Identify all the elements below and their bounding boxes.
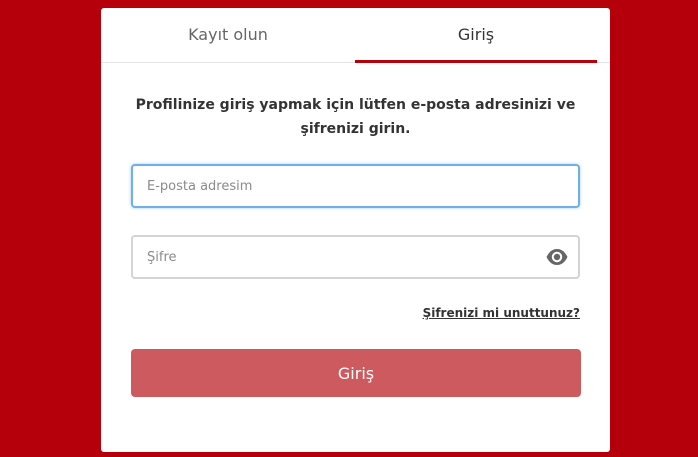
eye-icon[interactable] [545, 246, 569, 268]
password-input[interactable] [133, 237, 578, 277]
login-instruction: Profilinize giriş yapmak için lütfen e-p… [135, 97, 576, 137]
email-input[interactable] [133, 166, 578, 206]
email-field-wrapper [131, 164, 580, 208]
tab-login[interactable]: Giriş [355, 8, 597, 63]
password-field-wrapper [131, 235, 580, 279]
forgot-password-link[interactable]: Şifrenizi mi unuttunuz? [423, 306, 580, 320]
auth-tabs: Kayıt olun Giriş [101, 8, 610, 63]
login-submit-button[interactable]: Giriş [131, 349, 581, 397]
tab-register[interactable]: Kayıt olun [101, 8, 355, 63]
login-card: Kayıt olun Giriş Profilinize giriş yapma… [101, 8, 610, 452]
